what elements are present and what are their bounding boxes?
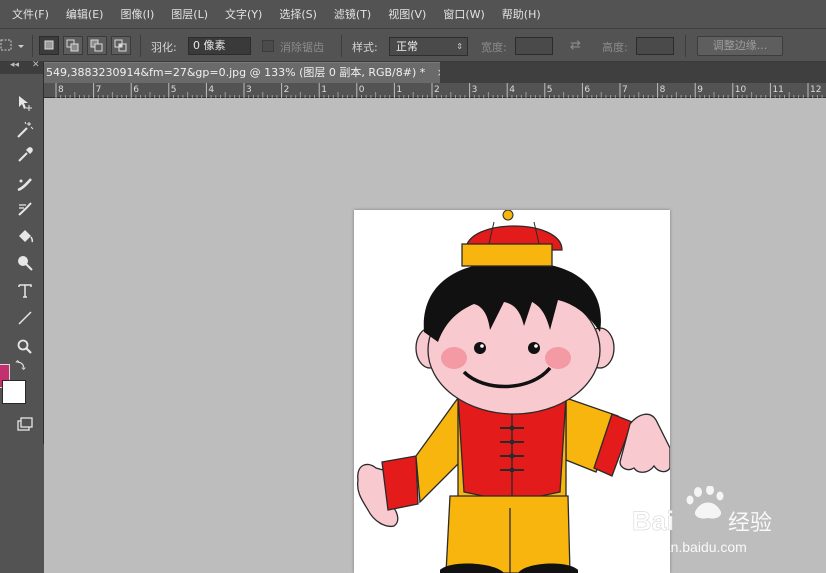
ruler-label: 12 xyxy=(810,85,821,95)
ruler-label: 2 xyxy=(284,85,290,95)
separator xyxy=(32,35,33,57)
ruler-label: 5 xyxy=(171,85,177,95)
ruler-label: 8 xyxy=(58,85,64,95)
screen-mode-icon xyxy=(17,417,33,431)
line-tool[interactable] xyxy=(14,307,36,329)
menu-help[interactable]: 帮助(H) xyxy=(502,6,541,22)
menu-filter[interactable]: 滤镜(T) xyxy=(334,6,371,22)
tool-panel: ◂◂ ✕ xyxy=(0,60,44,444)
separator xyxy=(341,35,342,57)
swap-colors-button[interactable] xyxy=(14,358,28,372)
ruler-label: 6 xyxy=(584,85,590,95)
ruler-label: 3 xyxy=(246,85,252,95)
tool-panel-header: ◂◂ ✕ xyxy=(0,60,43,74)
menu-type[interactable]: 文字(Y) xyxy=(225,6,262,22)
ruler-label: 0 xyxy=(359,85,365,95)
type-tool[interactable] xyxy=(14,280,36,302)
intersect-selection-button[interactable] xyxy=(111,36,131,55)
style-select-value: 正常 xyxy=(396,40,418,53)
antialias-checkbox[interactable] xyxy=(262,40,274,52)
ruler-label: 8 xyxy=(660,85,666,95)
eyedropper-icon xyxy=(18,147,33,162)
menu-edit[interactable]: 编辑(E) xyxy=(66,6,104,22)
new-selection-button[interactable] xyxy=(39,36,59,55)
baidu-jingyan-watermark: Bai 经验 jingyan.baidu.com xyxy=(632,485,792,558)
swap-colors-icon xyxy=(15,359,26,371)
ruler-label: 9 xyxy=(697,85,703,95)
tab-strip xyxy=(440,62,826,83)
swap-width-height-icon[interactable]: ⇄ xyxy=(570,38,581,53)
paint-bucket-icon xyxy=(19,230,34,243)
menu-image[interactable]: 图像(I) xyxy=(120,6,154,22)
move-tool[interactable] xyxy=(14,92,36,114)
tool-preset-picker[interactable] xyxy=(0,37,28,55)
style-select[interactable]: 正常 ⇕ xyxy=(389,37,468,56)
height-label: 高度: xyxy=(602,41,628,54)
options-bar: 羽化: 0 像素 消除锯齿 样式: 正常 ⇕ 宽度: ⇄ 高度: 调整边缘... xyxy=(0,28,826,62)
document-canvas[interactable] xyxy=(354,210,670,573)
zoom-icon xyxy=(17,339,32,354)
select-arrows-icon: ⇕ xyxy=(456,42,463,51)
horizontal-ruler[interactable]: 8 7 6 5 4 3 2 1 0 1 2 3 4 5 6 7 8 9 10 11 12 xyxy=(44,83,826,98)
ruler-label: 2 xyxy=(434,85,440,95)
refine-edge-button[interactable]: 调整边缘... xyxy=(697,36,783,56)
ruler-label: 4 xyxy=(208,85,214,95)
healing-brush-icon xyxy=(17,178,32,192)
history-brush-icon xyxy=(18,202,32,216)
ruler-label: 10 xyxy=(735,85,747,95)
menu-select[interactable]: 选择(S) xyxy=(279,6,317,22)
dodge-icon xyxy=(18,256,33,271)
document-tab[interactable]: 549,3883230914&fm=27&gp=0.jpg @ 133% (图层… xyxy=(44,62,440,83)
watermark-logo-text: Bai xyxy=(632,506,674,536)
document-tab-title: 549,3883230914&fm=27&gp=0.jpg @ 133% (图层… xyxy=(46,66,426,79)
separator xyxy=(685,35,686,57)
ruler-label: 1 xyxy=(396,85,402,95)
ruler-label: 4 xyxy=(509,85,515,95)
close-panel-icon[interactable]: ✕ xyxy=(32,60,40,70)
magic-wand-tool[interactable] xyxy=(14,119,36,141)
menu-file[interactable]: 文件(F) xyxy=(12,6,49,22)
dodge-tool[interactable] xyxy=(14,252,36,274)
ruler-label: 7 xyxy=(622,85,628,95)
feather-label: 羽化: xyxy=(151,41,177,54)
move-icon xyxy=(19,96,32,111)
menu-bar: 文件(F) 编辑(E) 图像(I) 图层(L) 文字(Y) 选择(S) 滤镜(T… xyxy=(0,0,826,28)
add-to-selection-button[interactable] xyxy=(63,36,83,55)
healing-brush-tool[interactable] xyxy=(14,173,36,195)
subtract-from-selection-button[interactable] xyxy=(87,36,107,55)
background-color-swatch[interactable] xyxy=(2,380,26,404)
width-label: 宽度: xyxy=(481,41,507,54)
watermark-url: jingyan.baidu.com xyxy=(633,539,747,555)
feather-input[interactable]: 0 像素 xyxy=(188,37,251,55)
line-icon xyxy=(18,311,32,325)
ruler-label: 1 xyxy=(321,85,327,95)
height-input[interactable] xyxy=(636,37,674,55)
magic-wand-icon xyxy=(17,121,34,138)
menu-view[interactable]: 视图(V) xyxy=(388,6,426,22)
screen-mode-button[interactable] xyxy=(14,414,36,436)
zoom-tool[interactable] xyxy=(14,336,36,358)
type-icon xyxy=(18,284,32,298)
watermark-jingyan-text: 经验 xyxy=(728,511,772,536)
ruler-label: 5 xyxy=(547,85,553,95)
style-label: 样式: xyxy=(352,41,378,54)
menu-layer[interactable]: 图层(L) xyxy=(171,6,208,22)
separator xyxy=(140,35,141,57)
history-brush-tool[interactable] xyxy=(14,198,36,220)
ruler-label: 11 xyxy=(772,85,783,95)
ruler-ticks: 8 7 6 5 4 3 2 1 0 1 2 3 4 5 6 7 8 9 10 11 12 xyxy=(55,83,823,98)
antialias-label: 消除锯齿 xyxy=(280,41,324,54)
ruler-label: 7 xyxy=(96,85,102,95)
cartoon-boy-image xyxy=(356,210,670,573)
eyedropper-tool[interactable] xyxy=(14,144,36,166)
ruler-label: 3 xyxy=(472,85,478,95)
paint-bucket-tool[interactable] xyxy=(14,225,36,247)
collapse-panel-icon[interactable]: ◂◂ xyxy=(10,60,19,70)
ruler-label: 6 xyxy=(133,85,139,95)
width-input[interactable] xyxy=(515,37,553,55)
menu-window[interactable]: 窗口(W) xyxy=(443,6,484,22)
baidu-logo: Bai 经验 jingyan.baidu.com xyxy=(632,485,772,555)
